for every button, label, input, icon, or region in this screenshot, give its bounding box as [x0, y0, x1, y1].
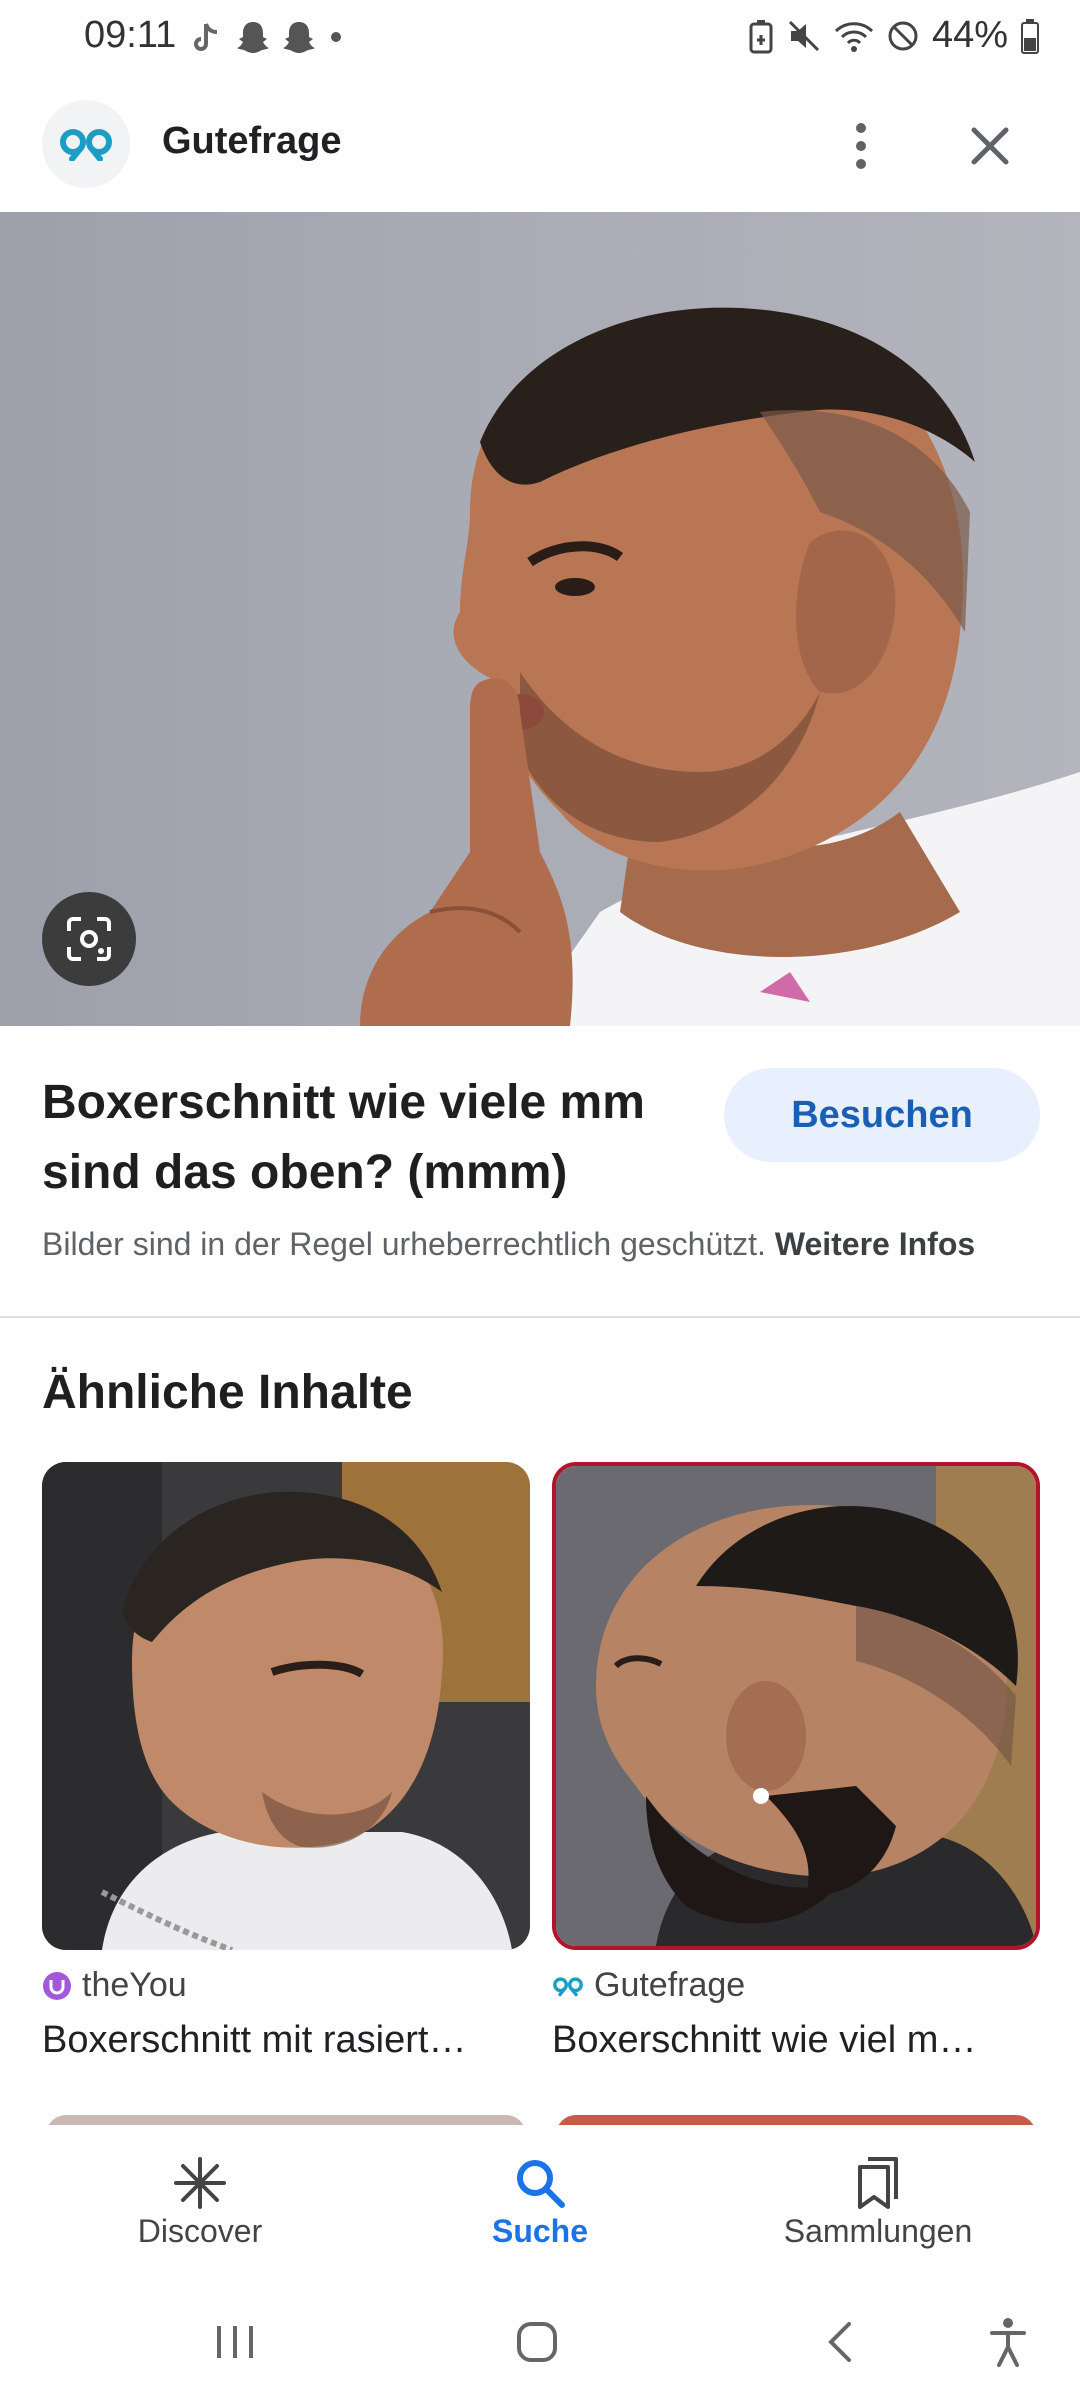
- battery-percent: 44%: [931, 14, 1008, 56]
- nav-search[interactable]: Suche: [390, 2153, 690, 2250]
- battery-icon: [1020, 18, 1040, 54]
- nav-label: Sammlungen: [783, 2213, 973, 2249]
- block-icon: [886, 19, 920, 53]
- site-name[interactable]: Gutefrage: [162, 120, 341, 163]
- nav-collections[interactable]: Sammlungen: [728, 2153, 1028, 2250]
- recent-apps-icon[interactable]: [195, 2307, 275, 2377]
- search-icon: [390, 2153, 690, 2213]
- nav-label: Suche: [491, 2213, 589, 2249]
- mute-icon: [786, 18, 822, 54]
- related-title[interactable]: Boxerschnitt wie viel m…: [552, 2019, 1040, 2062]
- related-source: theYou: [82, 1966, 187, 2004]
- bottom-navigation: Discover Suche Sammlungen: [0, 2125, 1080, 2285]
- home-icon[interactable]: [497, 2307, 577, 2377]
- gutefrage-logo-icon[interactable]: [42, 100, 130, 188]
- gutefrage-logo-icon: [552, 1975, 584, 1997]
- google-lens-icon[interactable]: [42, 892, 136, 986]
- related-thumbnail[interactable]: [42, 1462, 530, 1950]
- nav-label: Discover: [137, 2213, 263, 2249]
- asterisk-icon: [50, 2153, 350, 2213]
- divider: [0, 1316, 1080, 1318]
- more-info-link[interactable]: Weitere Infos: [775, 1226, 975, 1262]
- bookmarks-icon: [728, 2153, 1028, 2213]
- system-navigation-bar: [0, 2285, 1080, 2400]
- status-time: 09:11: [84, 14, 177, 56]
- dot-icon: [326, 27, 346, 47]
- more-vert-icon[interactable]: [836, 114, 886, 178]
- related-heading: Ähnliche Inhalte: [42, 1366, 413, 1419]
- battery-saver-icon: [748, 18, 774, 54]
- snapchat-icon: [234, 18, 272, 56]
- wifi-icon: [834, 19, 874, 53]
- status-bar: 09:11 44%: [0, 0, 1080, 80]
- tiktok-icon: [192, 18, 226, 56]
- image-title[interactable]: Boxerschnitt wie viele mm sind das oben?…: [42, 1068, 682, 1208]
- theyou-logo-icon: [42, 1971, 72, 2001]
- related-card[interactable]: theYou Boxerschnitt mit rasiert…: [42, 1462, 530, 2062]
- accessibility-icon[interactable]: [968, 2307, 1048, 2377]
- related-thumbnail[interactable]: [552, 1462, 1040, 1950]
- copyright-notice: Bilder sind in der Regel urheberrechtlic…: [42, 1226, 1052, 1263]
- preview-image[interactable]: [0, 212, 1080, 1026]
- visit-button[interactable]: Besuchen: [724, 1068, 1040, 1162]
- viewer-header: Gutefrage: [0, 90, 1080, 210]
- back-icon[interactable]: [800, 2307, 880, 2377]
- related-title[interactable]: Boxerschnitt mit rasiert…: [42, 2019, 530, 2062]
- related-source: Gutefrage: [594, 1966, 746, 2004]
- nav-discover[interactable]: Discover: [50, 2153, 350, 2250]
- related-card[interactable]: Gutefrage Boxerschnitt wie viel m…: [552, 1462, 1040, 2062]
- portrait-photo: [360, 307, 1080, 1026]
- snapchat-icon: [280, 18, 318, 56]
- close-icon[interactable]: [958, 114, 1022, 178]
- copyright-text: Bilder sind in der Regel urheberrechtlic…: [42, 1226, 766, 1262]
